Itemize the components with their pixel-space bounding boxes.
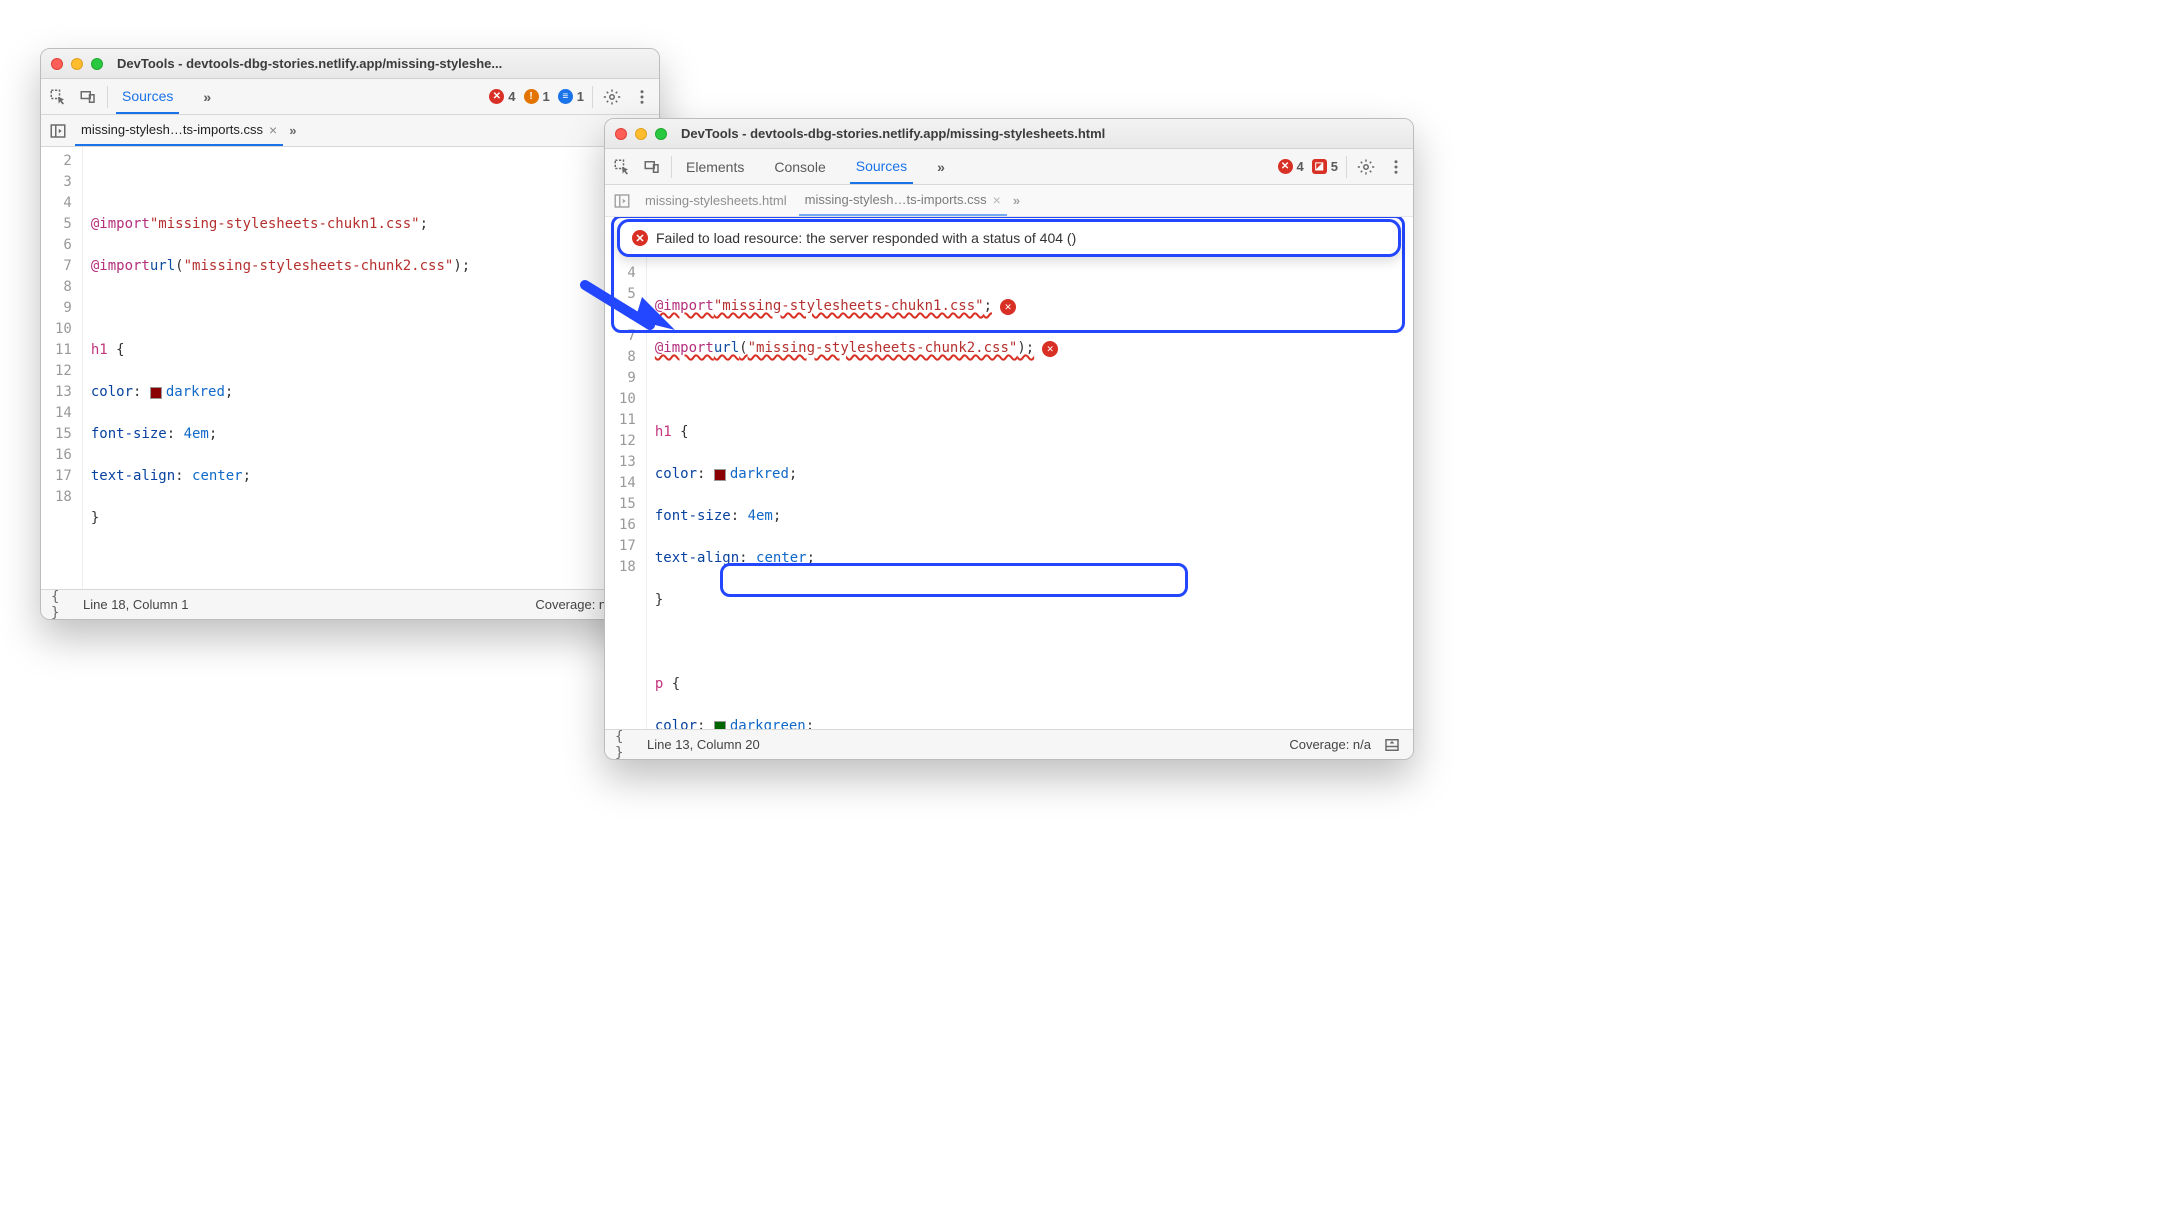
pretty-print-icon[interactable]: { }	[615, 734, 637, 756]
settings-gear-icon[interactable]	[1355, 156, 1377, 178]
file-tabs: missing-stylesh…ts-imports.css × »	[41, 115, 659, 147]
info-icon: ≡	[558, 89, 573, 104]
error-count-badge[interactable]: ✕4	[1278, 159, 1304, 174]
zoom-window-icon[interactable]	[91, 58, 103, 70]
window-titlebar[interactable]: DevTools - devtools-dbg-stories.netlify.…	[605, 119, 1413, 149]
more-files-chevron-icon[interactable]: »	[289, 123, 296, 138]
error-icon: ✕	[1278, 159, 1293, 174]
pretty-print-icon[interactable]: { }	[51, 594, 73, 616]
close-window-icon[interactable]	[615, 128, 627, 140]
inspect-icon[interactable]	[47, 86, 69, 108]
code-content[interactable]: @import "missing-stylesheets-chukn1.css"…	[647, 217, 1413, 729]
coverage-label: Coverage: n/a	[1289, 737, 1371, 752]
error-icon: ✕	[632, 230, 648, 246]
navigator-toggle-icon[interactable]	[47, 120, 69, 142]
issue-icon: ◪	[1312, 159, 1327, 174]
code-editor[interactable]: 23456789101112131415161718 @import "miss…	[605, 217, 1413, 729]
close-tab-icon[interactable]: ×	[269, 122, 277, 138]
more-menu-icon[interactable]	[1385, 156, 1407, 178]
arrow-annotation-icon	[580, 275, 690, 348]
window-title: DevTools - devtools-dbg-stories.netlify.…	[681, 126, 1105, 141]
device-toolbar-icon[interactable]	[77, 86, 99, 108]
code-content[interactable]: @import "missing-stylesheets-chukn1.css"…	[83, 147, 659, 589]
error-count-badge[interactable]: ✕4	[489, 89, 515, 104]
warning-icon: !	[524, 89, 539, 104]
issue-count-badge[interactable]: ◪5	[1312, 159, 1338, 174]
cursor-position: Line 13, Column 20	[647, 737, 760, 752]
minimize-window-icon[interactable]	[71, 58, 83, 70]
file-tab-active[interactable]: missing-stylesh…ts-imports.css ×	[75, 116, 283, 146]
code-editor[interactable]: 23456789101112131415161718 @import "miss…	[41, 147, 659, 589]
line-gutter: 23456789101112131415161718	[41, 147, 83, 589]
info-count-badge[interactable]: ≡1	[558, 89, 584, 104]
error-marker-icon[interactable]: ✕	[1042, 341, 1058, 357]
tooltip-text: Failed to load resource: the server resp…	[656, 230, 1076, 246]
file-tab[interactable]: missing-stylesheets.html	[639, 186, 793, 216]
status-bar: { } Line 18, Column 1 Coverage: n/a	[41, 589, 659, 619]
navigator-toggle-icon[interactable]	[611, 190, 633, 212]
error-tooltip: ✕ Failed to load resource: the server re…	[617, 219, 1401, 257]
more-tabs-chevron-icon[interactable]: »	[197, 80, 217, 114]
console-tab[interactable]: Console	[768, 150, 831, 184]
close-window-icon[interactable]	[51, 58, 63, 70]
sources-tab[interactable]: Sources	[116, 80, 179, 114]
sources-tab[interactable]: Sources	[850, 150, 913, 184]
inspect-icon[interactable]	[611, 156, 633, 178]
settings-gear-icon[interactable]	[601, 86, 623, 108]
error-icon: ✕	[489, 89, 504, 104]
more-files-chevron-icon[interactable]: »	[1013, 193, 1020, 208]
main-toolbar: Sources » ✕4 !1 ≡1	[41, 79, 659, 115]
status-bar: { } Line 13, Column 20 Coverage: n/a	[605, 729, 1413, 759]
drawer-toggle-icon[interactable]	[1381, 734, 1403, 756]
window-titlebar[interactable]: DevTools - devtools-dbg-stories.netlify.…	[41, 49, 659, 79]
error-marker-icon[interactable]: ✕	[1000, 299, 1016, 315]
warning-count-badge[interactable]: !1	[524, 89, 550, 104]
main-toolbar: Elements Console Sources » ✕4 ◪5	[605, 149, 1413, 185]
file-tabs: missing-stylesheets.html missing-stylesh…	[605, 185, 1413, 217]
file-tab-active[interactable]: missing-stylesh…ts-imports.css×	[799, 186, 1007, 216]
close-tab-icon[interactable]: ×	[993, 192, 1001, 208]
devtools-window-before: DevTools - devtools-dbg-stories.netlify.…	[40, 48, 660, 620]
minimize-window-icon[interactable]	[635, 128, 647, 140]
window-title: DevTools - devtools-dbg-stories.netlify.…	[117, 56, 502, 71]
cursor-position: Line 18, Column 1	[83, 597, 189, 612]
device-toolbar-icon[interactable]	[641, 156, 663, 178]
devtools-window-after: DevTools - devtools-dbg-stories.netlify.…	[604, 118, 1414, 760]
elements-tab[interactable]: Elements	[680, 150, 750, 184]
more-menu-icon[interactable]	[631, 86, 653, 108]
more-tabs-chevron-icon[interactable]: »	[931, 150, 951, 184]
zoom-window-icon[interactable]	[655, 128, 667, 140]
